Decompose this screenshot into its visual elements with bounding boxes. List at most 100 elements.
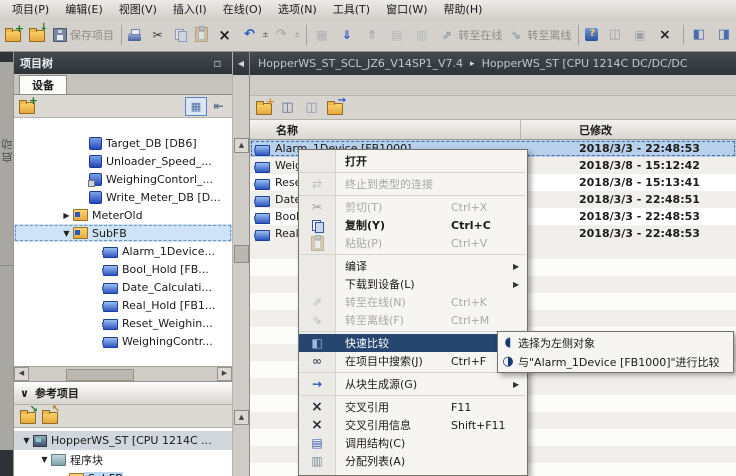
toolbar-button[interactable] <box>306 25 307 45</box>
toolbar-button[interactable] <box>121 25 122 45</box>
menu-item[interactable]: 项目(P) <box>4 0 57 18</box>
context-menu-item[interactable]: 复制(Y) Ctrl+C <box>299 216 527 234</box>
start-view-label[interactable]: 启动 <box>0 137 13 163</box>
context-menu-item[interactable]: 编译 ▶ <box>299 257 527 275</box>
tree-item[interactable]: ▼ SubFB <box>14 224 232 242</box>
context-menu-item[interactable]: 剪切(T) Ctrl+X <box>299 198 527 216</box>
scroll-thumb[interactable] <box>234 245 249 263</box>
tree-item[interactable]: Write_Meter_DB [D... <box>14 188 232 206</box>
toolbar-button[interactable] <box>583 22 604 48</box>
toolbar-button[interactable] <box>147 22 172 48</box>
grid-view-button[interactable] <box>185 97 207 116</box>
toolbar-button[interactable] <box>683 25 684 45</box>
add-folder-icon[interactable] <box>19 102 35 114</box>
toolbar-button[interactable] <box>3 22 27 48</box>
context-menu-item[interactable]: 交叉引用信息 Shift+F11 <box>299 416 527 434</box>
context-menu-item[interactable]: 转至离线(F) Ctrl+M <box>299 311 527 329</box>
breadcrumb-project[interactable]: HopperWS_ST_SCL_JZ6_V14SP1_V7.4 <box>258 57 463 70</box>
context-menu-item[interactable]: 转至在线(N) Ctrl+K <box>299 293 527 311</box>
context-menu-item[interactable]: 下载到设备(L) ▶ <box>299 275 527 293</box>
context-menu-item[interactable] <box>299 331 525 332</box>
tree-item[interactable]: Alarm_1Device... <box>14 242 232 260</box>
tree-item[interactable]: WeighingContorl_... <box>14 170 232 188</box>
context-menu-item[interactable]: 调用结构(C) <box>299 434 527 452</box>
context-menu-item[interactable] <box>299 195 525 196</box>
reference-tree-item[interactable]: ▼ 程序块 <box>14 450 232 469</box>
menu-item[interactable]: 视图(V) <box>111 0 165 18</box>
toolbar-button[interactable] <box>126 22 147 48</box>
toolbar-button[interactable] <box>688 22 713 48</box>
pin-icon[interactable] <box>209 55 226 71</box>
toolbar-button[interactable] <box>654 22 679 48</box>
context-menu-item[interactable] <box>299 372 525 373</box>
open-block-icon[interactable] <box>327 103 343 115</box>
context-menu-item[interactable]: 粘贴(P) Ctrl+V <box>299 234 527 252</box>
context-menu-item[interactable] <box>299 172 525 173</box>
toolbar-button[interactable] <box>629 22 654 48</box>
scroll-up-icon[interactable]: ▲ <box>234 138 249 153</box>
tree-item[interactable]: ▶ MeterOld <box>14 206 232 224</box>
tree-item[interactable]: Bool_Hold [FB... <box>14 260 232 278</box>
tab-devices[interactable]: 设备 <box>19 75 67 94</box>
submenu-item[interactable]: 与"Alarm_1Device [FB1000]"进行比较 <box>498 352 733 371</box>
tree-item[interactable]: WeighingContr... <box>14 332 232 350</box>
scroll-left-icon[interactable]: ◀ <box>14 367 29 381</box>
toolbar-button[interactable] <box>411 22 436 48</box>
toolbar-button[interactable] <box>27 22 51 48</box>
toolbar-button[interactable]: ± <box>271 22 303 48</box>
context-menu-item[interactable]: 终止到类型的连接 <box>299 175 527 193</box>
menu-item[interactable]: 编辑(E) <box>57 0 111 18</box>
toolbar-button[interactable] <box>578 25 579 45</box>
menu-item[interactable]: 选项(N) <box>270 0 325 18</box>
menu-item[interactable]: 窗口(W) <box>378 0 435 18</box>
context-menu-item[interactable] <box>299 395 525 396</box>
scroll-right-icon[interactable]: ▶ <box>217 367 232 381</box>
toolbar-button[interactable] <box>311 22 336 48</box>
context-menu-item[interactable]: 分配列表(A) <box>299 452 527 470</box>
scroll-thumb[interactable] <box>66 369 134 381</box>
menu-item[interactable]: 帮助(H) <box>436 0 491 18</box>
view-split-1-icon[interactable] <box>279 100 296 116</box>
view-split-2-icon[interactable] <box>303 100 320 116</box>
tree-item[interactable]: Reset_Weighin... <box>14 314 232 332</box>
tree-horizontal-scrollbar[interactable]: ◀ ▶ <box>14 366 232 381</box>
submenu-item[interactable]: 选择为左侧对象 <box>498 333 733 352</box>
tree-item[interactable]: Unloader_Speed_... <box>14 152 232 170</box>
open-reference-project-icon[interactable] <box>20 412 36 424</box>
menu-item[interactable]: 插入(I) <box>165 0 215 18</box>
tree-expander[interactable]: ▼ <box>38 455 51 464</box>
context-menu-item[interactable]: 从块生成源(G) ▶ <box>299 375 527 393</box>
tree-item[interactable]: Real_Hold [FB1... <box>14 296 232 314</box>
toolbar-button[interactable] <box>604 22 629 48</box>
reference-projects-header[interactable]: ∨ 参考项目 <box>14 381 232 405</box>
tree-expander[interactable]: ▶ <box>60 211 73 220</box>
tree-expander[interactable]: ▼ <box>20 436 33 445</box>
scroll-up-icon[interactable]: ▲ <box>234 410 249 425</box>
context-menu-item[interactable]: 快速比较 ▶ <box>299 334 527 352</box>
toolbar-button[interactable] <box>713 22 736 48</box>
toolbar-button[interactable] <box>193 22 214 48</box>
menu-item[interactable]: 在线(O) <box>215 0 270 18</box>
toolbar-button[interactable] <box>336 22 361 48</box>
context-menu-item[interactable]: 在项目中搜索(J) Ctrl+F <box>299 352 527 370</box>
reference-tree-item[interactable]: ▶ SubFB <box>14 469 232 476</box>
toolbar-button[interactable] <box>386 22 411 48</box>
context-menu-item[interactable] <box>299 254 525 255</box>
reference-tree-item[interactable]: ▼ HopperWS_ST [CPU 1214C ... <box>14 431 232 450</box>
tree-item[interactable]: Date_Calculati... <box>14 278 232 296</box>
breadcrumb-device[interactable]: HopperWS_ST [CPU 1214C DC/DC/DC <box>482 57 688 70</box>
collapse-panel-icon[interactable]: ◀ <box>233 52 249 75</box>
toolbar-button[interactable]: 保存项目 <box>51 22 117 48</box>
tree-item[interactable]: Target_DB [DB6] <box>14 134 232 152</box>
new-block-icon[interactable] <box>256 103 272 115</box>
toolbar-button[interactable] <box>361 22 386 48</box>
tree-expander[interactable]: ▼ <box>60 229 73 238</box>
close-reference-project-icon[interactable] <box>42 412 58 424</box>
toolbar-button[interactable]: ± <box>239 22 271 48</box>
column-header-modified[interactable]: 已修改 <box>521 120 736 139</box>
toolbar-button[interactable]: 转至离线 <box>505 22 574 48</box>
context-menu-item[interactable]: 打开 <box>299 152 527 170</box>
link-editor-icon[interactable] <box>210 98 227 114</box>
menu-item[interactable]: 工具(T) <box>325 0 378 18</box>
toolbar-button[interactable]: 转至在线 <box>436 22 505 48</box>
